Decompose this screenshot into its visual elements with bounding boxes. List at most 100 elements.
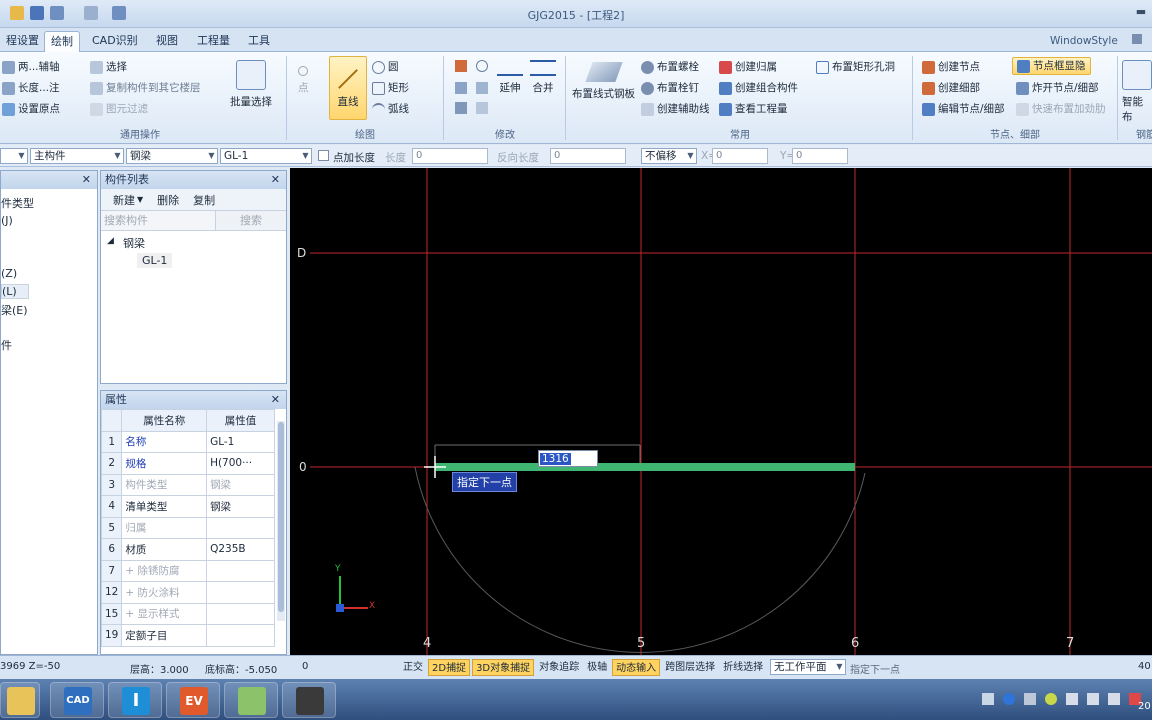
rect-hole-button[interactable]: 布置矩形孔洞 bbox=[816, 58, 895, 76]
taskbar-cad[interactable]: CAD bbox=[50, 682, 104, 718]
pin-icon[interactable] bbox=[1132, 34, 1142, 44]
delete-button[interactable]: 删除 bbox=[157, 192, 179, 208]
snap-switch[interactable]: 正交 bbox=[400, 659, 426, 676]
create-node-button[interactable]: 创建节点 bbox=[922, 58, 980, 76]
view-quantity-button[interactable]: 查看工程量 bbox=[719, 100, 788, 118]
place-plate-button[interactable]: 布置线式钢板 bbox=[572, 62, 635, 101]
component-name-combo[interactable]: GL-1 ▼ bbox=[220, 148, 312, 164]
rotate-icon[interactable] bbox=[476, 60, 488, 72]
snap-switch[interactable]: 极轴 bbox=[584, 659, 610, 676]
tree-item[interactable]: (Z) bbox=[1, 267, 17, 280]
close-icon[interactable]: ✕ bbox=[271, 171, 280, 189]
move-icon[interactable] bbox=[455, 102, 467, 114]
batch-select-button[interactable]: 批量选择 bbox=[230, 60, 272, 109]
copy-button[interactable]: 复制 bbox=[193, 192, 215, 208]
property-value[interactable] bbox=[206, 559, 275, 582]
property-value[interactable]: H(700··· bbox=[206, 452, 275, 475]
dropdown-arrow-icon[interactable]: ▼ bbox=[137, 195, 143, 204]
snap-switch[interactable]: 2D捕捉 bbox=[428, 659, 471, 676]
security-icon[interactable] bbox=[1045, 693, 1057, 705]
edit-node-button[interactable]: 编辑节点/细部 bbox=[922, 100, 1005, 118]
property-row[interactable]: 12 + 防火涂料 bbox=[101, 581, 275, 604]
tab-cad-recognize[interactable]: CAD识别 bbox=[86, 31, 144, 52]
offset-icon[interactable] bbox=[476, 102, 488, 114]
scrollbar-track[interactable] bbox=[277, 421, 285, 621]
search-button[interactable]: 搜索 bbox=[216, 211, 286, 230]
component-type-combo[interactable]: 钢梁 ▼ bbox=[126, 148, 218, 164]
property-value[interactable]: 钢梁 bbox=[206, 473, 275, 496]
new-button[interactable]: 新建 bbox=[113, 192, 135, 208]
create-combo-button[interactable]: 创建组合构件 bbox=[719, 79, 798, 97]
taskbar-explorer[interactable] bbox=[0, 682, 40, 718]
mirror-icon[interactable] bbox=[455, 82, 467, 94]
property-row[interactable]: 15 + 显示样式 bbox=[101, 602, 275, 625]
work-plane-combo[interactable]: 无工作平面 ▼ bbox=[770, 659, 846, 675]
property-value[interactable] bbox=[206, 624, 275, 647]
taskbar-recorder[interactable]: EV bbox=[166, 682, 220, 718]
circle-button[interactable]: 圆 bbox=[372, 58, 399, 76]
taskbar-camera[interactable] bbox=[282, 682, 336, 718]
snap-switch[interactable]: 对象追踪 bbox=[536, 659, 582, 676]
copy-to-floor-button[interactable]: 复制构件到其它楼层 bbox=[90, 79, 201, 97]
volume-icon[interactable] bbox=[1108, 693, 1120, 705]
offset-combo[interactable]: 不偏移 ▼ bbox=[641, 148, 697, 164]
snap-switch[interactable]: 跨图层选择 bbox=[662, 659, 718, 676]
close-icon[interactable]: ✕ bbox=[271, 391, 280, 409]
property-value[interactable]: GL-1 bbox=[206, 430, 275, 453]
tab-draw[interactable]: 绘制 bbox=[44, 31, 80, 52]
line-button[interactable]: 直线 bbox=[329, 56, 367, 120]
tab-project-settings[interactable]: 程设置 bbox=[0, 31, 45, 52]
window-style-label[interactable]: WindowStyle bbox=[1050, 35, 1118, 47]
snap-switch[interactable]: 动态输入 bbox=[612, 659, 661, 676]
node-box-toggle[interactable]: 节点框显隐 bbox=[1012, 57, 1091, 75]
create-aux-line-button[interactable]: 创建辅助线 bbox=[641, 100, 710, 118]
property-row[interactable]: 5 归属 bbox=[101, 516, 275, 539]
tree-item[interactable]: 梁(E) bbox=[1, 302, 28, 318]
triangle-icon[interactable] bbox=[476, 82, 488, 94]
tab-view[interactable]: 视图 bbox=[150, 31, 184, 52]
y-input[interactable]: 0 bbox=[792, 148, 848, 164]
smart-place-button[interactable]: 智能布 bbox=[1122, 60, 1152, 124]
close-icon[interactable]: ✕ bbox=[82, 171, 91, 189]
aux-axis-button[interactable]: 两...辅轴 bbox=[2, 58, 60, 76]
tree-item[interactable]: 件 bbox=[1, 337, 12, 353]
rect-button[interactable]: 矩形 bbox=[372, 79, 409, 97]
select-button[interactable]: 选择 bbox=[90, 58, 127, 76]
merge-button[interactable]: 合并 bbox=[530, 60, 556, 95]
device-icon[interactable] bbox=[1087, 693, 1099, 705]
drawing-canvas[interactable]: D 0 4 5 6 7 1316 指定下一点 Y X bbox=[290, 168, 1152, 655]
tab-quantity[interactable]: 工程量 bbox=[191, 31, 236, 52]
snap-switch[interactable]: 折线选择 bbox=[720, 659, 766, 676]
flag-icon[interactable] bbox=[1024, 693, 1036, 705]
extend-button[interactable]: 延伸 bbox=[497, 60, 523, 95]
property-value[interactable] bbox=[206, 581, 275, 604]
property-row[interactable]: 3 构件类型 钢梁 bbox=[101, 473, 275, 496]
filter-button[interactable]: 图元过滤 bbox=[90, 100, 148, 118]
length-input[interactable]: 0 bbox=[412, 148, 488, 164]
property-value[interactable] bbox=[206, 602, 275, 625]
arc-button[interactable]: 弧线 bbox=[372, 100, 409, 118]
collapse-icon[interactable]: ◢ bbox=[107, 236, 114, 246]
property-value[interactable]: 钢梁 bbox=[206, 495, 275, 518]
property-value[interactable]: Q235B bbox=[206, 538, 275, 561]
minimize-icon[interactable]: ▬ bbox=[1134, 6, 1148, 18]
reverse-length-input[interactable]: 0 bbox=[550, 148, 626, 164]
property-row[interactable]: 19 定额子目 bbox=[101, 624, 275, 647]
length-mark-button[interactable]: 长度...注 bbox=[2, 79, 60, 97]
help-icon[interactable] bbox=[1003, 693, 1015, 705]
property-row[interactable]: 4 清单类型 钢梁 bbox=[101, 495, 275, 518]
quick-stiffener-button[interactable]: 快速布置加劲肋 bbox=[1016, 100, 1106, 118]
taskbar-gjg[interactable]: I bbox=[108, 682, 162, 718]
snap-switch[interactable]: 3D对象捕捉 bbox=[472, 659, 535, 676]
point-button[interactable]: 点 bbox=[298, 66, 309, 95]
network-icon[interactable] bbox=[1066, 693, 1078, 705]
set-origin-button[interactable]: 设置原点 bbox=[2, 100, 60, 118]
property-row[interactable]: 1 名称 GL-1 bbox=[101, 430, 275, 453]
search-input[interactable]: 搜索构件 bbox=[101, 211, 216, 230]
place-stud-button[interactable]: 布置栓钉 bbox=[641, 79, 699, 97]
floor-combo[interactable]: ▼ bbox=[0, 148, 28, 164]
point-length-checkbox[interactable] bbox=[318, 150, 329, 161]
edit-icon[interactable] bbox=[455, 60, 467, 72]
explode-node-button[interactable]: 炸开节点/细部 bbox=[1016, 79, 1099, 97]
tree-item-gl1[interactable]: GL-1 bbox=[137, 253, 173, 268]
